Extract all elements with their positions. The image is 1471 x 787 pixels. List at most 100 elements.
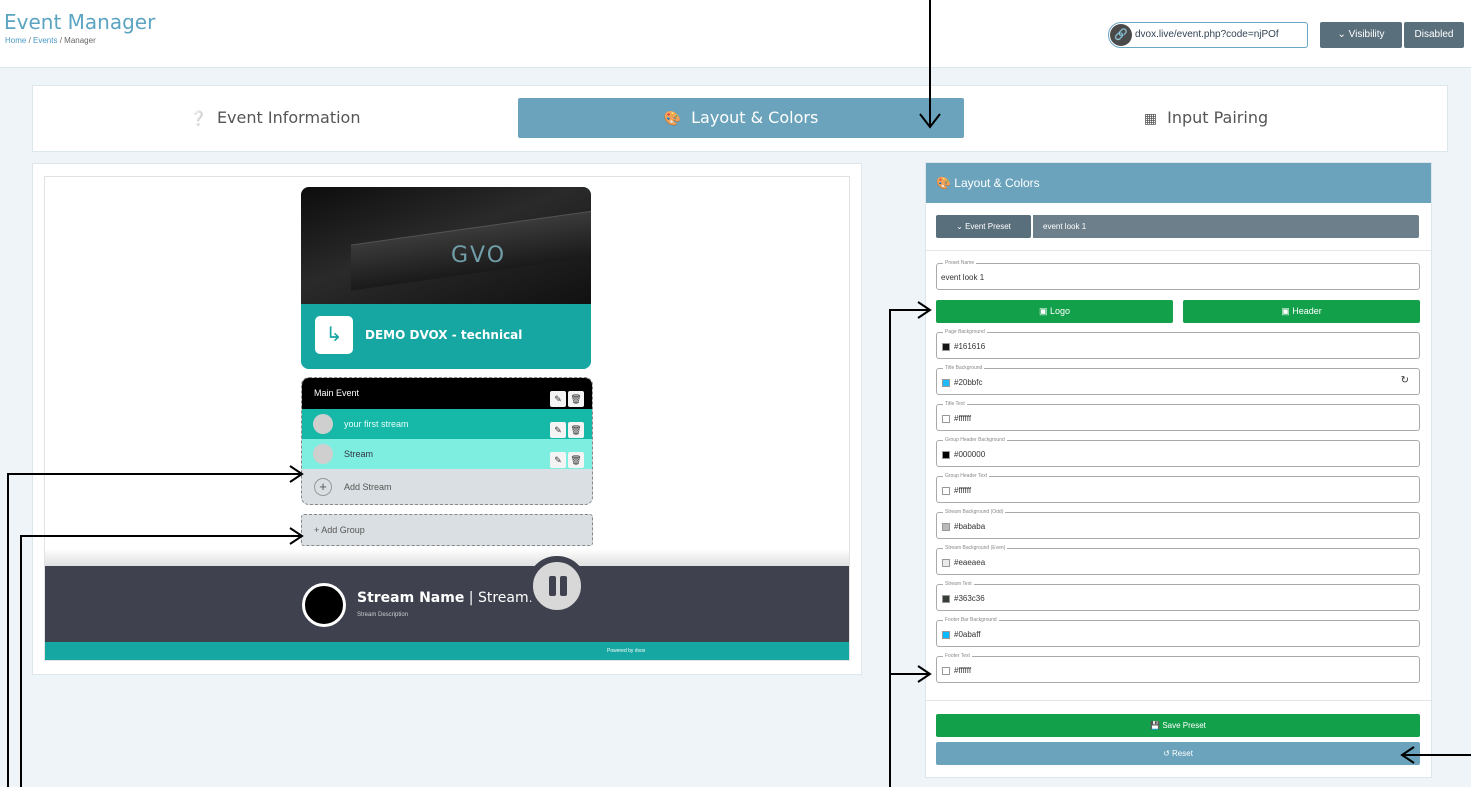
event-preset-dropdown[interactable]: ⌄ Event Preset (936, 215, 1031, 238)
color-value-input[interactable]: #ffffff (954, 486, 971, 495)
field-label: Footer Bar Background (943, 617, 999, 623)
color-swatch[interactable] (942, 595, 950, 603)
tab-label: Input Pairing (1167, 108, 1269, 127)
stream-name: Stream (344, 449, 374, 459)
hero-device-text: GVO (451, 243, 507, 268)
divider (926, 250, 1431, 251)
preset-name-input[interactable]: event look 1 (941, 273, 984, 282)
dvox-logo-icon[interactable]: ↳ (315, 316, 353, 354)
color-value-input[interactable]: #000000 (954, 450, 985, 459)
field-label: Footer Text (943, 653, 972, 659)
stream-name: your first stream (344, 419, 409, 429)
color-field[interactable]: Group Header Text #ffffff (936, 473, 1420, 503)
field-label: Group Header Background (943, 437, 1007, 443)
layout-colors-panel: 🎨 Layout & Colors ⌄ Event Preset event l… (925, 162, 1432, 778)
color-value-input[interactable]: #161616 (954, 342, 985, 351)
stream-group: Main Event ✎ 🗑 your first stream ✎ 🗑 Strea… (301, 377, 593, 505)
pause-button[interactable] (527, 556, 587, 616)
edit-pencil-icon[interactable]: ✎ (550, 452, 566, 468)
color-field[interactable]: Stream Background (Odd) #bababa (936, 509, 1420, 539)
color-swatch[interactable] (942, 343, 950, 351)
color-value-input[interactable]: #bababa (954, 522, 985, 531)
reset-arrow-icon: ↺ (1163, 749, 1170, 758)
header-image[interactable]: GVO (301, 187, 591, 304)
color-swatch[interactable] (942, 631, 950, 639)
visibility-dropdown[interactable]: ⌄ Visibility (1320, 22, 1402, 48)
color-swatch[interactable] (942, 379, 950, 387)
field-label: Stream Background (Even) (943, 545, 1008, 551)
tab-event-information[interactable]: ❔ Event Information (33, 98, 517, 138)
stream-avatar (302, 583, 346, 627)
trash-icon[interactable]: 🗑 (568, 391, 584, 407)
color-swatch[interactable] (942, 523, 950, 531)
preset-name-field[interactable]: Preset Name event look 1 (936, 260, 1420, 290)
color-value-input[interactable]: #20bbfc (954, 378, 982, 387)
color-value-input[interactable]: #ffffff (954, 666, 971, 675)
group-name: Main Event (314, 388, 360, 398)
color-swatch[interactable] (942, 559, 950, 567)
trash-icon[interactable]: 🗑 (568, 452, 584, 468)
field-label: Group Header Text (943, 473, 990, 479)
edit-pencil-icon[interactable]: ✎ (550, 391, 566, 407)
color-field[interactable]: Title Text #ffffff (936, 401, 1420, 431)
tab-layout-colors[interactable]: 🎨 Layout & Colors (518, 98, 964, 138)
add-stream-label: Add Stream (344, 482, 392, 492)
color-value-input[interactable]: #363c36 (954, 594, 985, 603)
logo-button-label: Logo (1050, 306, 1071, 316)
add-group-button[interactable]: + Add Group (301, 514, 593, 546)
breadcrumb-events[interactable]: Events (33, 36, 57, 45)
tab-label: Layout & Colors (691, 108, 819, 127)
event-title: DEMO DVOX - technical (365, 328, 523, 342)
reset-color-icon[interactable]: ↻ (1401, 375, 1409, 386)
stream-row[interactable]: your first stream ✎ 🗑 (302, 409, 592, 439)
plus-icon: + (314, 478, 332, 496)
save-preset-button[interactable]: 💾 Save Preset (936, 714, 1420, 737)
color-field[interactable]: Page Background #161616 (936, 329, 1420, 359)
event-preview: GVO ↳ DEMO DVOX - technical Main Event ✎… (44, 176, 850, 661)
link-icon[interactable]: 🔗 (1110, 24, 1132, 46)
color-swatch[interactable] (942, 667, 950, 675)
footer-bar: Powered by dvox (45, 642, 849, 660)
field-label: Page Background (943, 329, 987, 335)
color-value-input[interactable]: #ffffff (954, 414, 971, 423)
pause-icon (549, 576, 556, 596)
field-label: Title Background (943, 365, 985, 371)
divider (926, 700, 1431, 701)
player-stream-title: Stream Name (357, 590, 465, 606)
logo-button[interactable]: ▣ Logo (936, 300, 1173, 323)
group-header: Main Event ✎ 🗑 (302, 378, 592, 409)
color-field[interactable]: Stream Text #363c36 (936, 581, 1420, 611)
player-fade (45, 549, 849, 567)
edit-pencil-icon[interactable]: ✎ (550, 422, 566, 438)
color-swatch[interactable] (942, 451, 950, 459)
powered-by-text: Powered by dvox (607, 648, 646, 654)
preset-selected-value[interactable]: event look 1 (1033, 215, 1419, 238)
visibility-status-button[interactable]: Disabled (1404, 22, 1464, 48)
chevron-down-icon: ⌄ (1337, 29, 1346, 40)
breadcrumb: Home / Events / Manager (5, 36, 96, 45)
color-field[interactable]: Stream Background (Even) #eaeaea (936, 545, 1420, 575)
reset-button[interactable]: ↺ Reset (936, 742, 1420, 765)
tab-bar: ❔ Event Information 🎨 Layout & Colors ▦ Inp… (32, 85, 1448, 152)
color-swatch[interactable] (942, 487, 950, 495)
panel-title: Layout & Colors (954, 176, 1040, 190)
player-bar: Stream Name | Stream.. Stream Descriptio… (45, 556, 849, 642)
color-value-input[interactable]: #eaeaea (954, 558, 985, 567)
palette-icon: 🎨 (663, 111, 682, 127)
share-url-field[interactable]: 🔗 dvox.live/event.php?code=njPOf (1108, 22, 1308, 48)
color-swatch[interactable] (942, 415, 950, 423)
color-value-input[interactable]: #0abaff (954, 630, 981, 639)
color-field[interactable]: Group Header Background #000000 (936, 437, 1420, 467)
trash-icon[interactable]: 🗑 (568, 422, 584, 438)
reset-label: Reset (1172, 749, 1193, 758)
add-stream-button[interactable]: + Add Stream (302, 469, 592, 504)
color-field[interactable]: Footer Bar Background #0abaff (936, 617, 1420, 647)
color-field[interactable]: Title Background #20bbfc ↻ (936, 365, 1420, 395)
share-url-text: dvox.live/event.php?code=njPOf (1135, 29, 1279, 40)
tab-input-pairing[interactable]: ▦ Input Pairing (963, 98, 1449, 138)
breadcrumb-home[interactable]: Home (5, 36, 26, 45)
annotation-arrow (889, 309, 928, 787)
color-field[interactable]: Footer Text #ffffff (936, 653, 1420, 683)
header-button[interactable]: ▣ Header (1183, 300, 1420, 323)
stream-row[interactable]: Stream ✎ 🗑 (302, 439, 592, 469)
